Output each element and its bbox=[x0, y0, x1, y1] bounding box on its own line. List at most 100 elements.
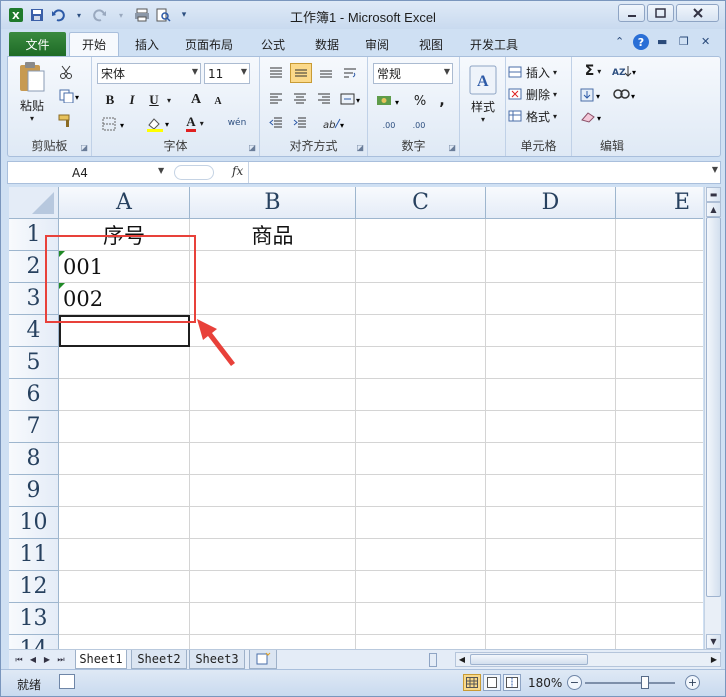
font-name-select[interactable]: 宋体 ▼ bbox=[97, 63, 201, 84]
zoom-level[interactable]: 180% bbox=[528, 676, 562, 690]
sheet-tab-1[interactable]: Sheet1 bbox=[75, 650, 127, 669]
cell-e12[interactable] bbox=[616, 571, 703, 603]
cell-c6[interactable] bbox=[356, 379, 486, 411]
cell-b12[interactable] bbox=[190, 571, 356, 603]
expand-formula-bar-icon[interactable]: ▼ bbox=[712, 165, 718, 174]
cell-d2[interactable] bbox=[486, 251, 616, 283]
italic-button[interactable]: I bbox=[124, 91, 140, 109]
row-header-9[interactable]: 9 bbox=[9, 475, 59, 507]
column-header-e[interactable]: E bbox=[616, 187, 703, 219]
cell-a13[interactable] bbox=[59, 603, 190, 635]
increase-indent-icon[interactable] bbox=[290, 113, 310, 133]
column-header-a[interactable]: A bbox=[59, 187, 190, 219]
cell-b9[interactable] bbox=[190, 475, 356, 507]
ribbon-minimize-icon[interactable]: ⌃ bbox=[615, 35, 624, 48]
insert-cells-dropdown-icon[interactable]: ▾ bbox=[553, 68, 557, 77]
autosum-dropdown-icon[interactable]: ▾ bbox=[597, 67, 601, 76]
last-sheet-icon[interactable]: ⏭ bbox=[55, 652, 67, 667]
cell-c14[interactable] bbox=[356, 635, 486, 649]
file-tab[interactable]: 文件 bbox=[9, 32, 66, 56]
comma-button[interactable]: , bbox=[434, 91, 450, 111]
tab-view[interactable]: 视图 bbox=[411, 32, 451, 56]
zoom-slider-track[interactable] bbox=[585, 682, 675, 684]
alignment-launcher-icon[interactable]: ◪ bbox=[356, 143, 364, 152]
page-break-view-button[interactable] bbox=[503, 674, 521, 691]
name-box-dropdown-icon[interactable]: ▼ bbox=[158, 166, 164, 175]
cell-c5[interactable] bbox=[356, 347, 486, 379]
cell-e9[interactable] bbox=[616, 475, 703, 507]
font-size-select[interactable]: 11 ▼ bbox=[204, 63, 250, 84]
align-right-icon[interactable] bbox=[314, 89, 334, 109]
sheet-tab-2[interactable]: Sheet2 bbox=[131, 650, 187, 669]
doc-close-icon[interactable]: ✕ bbox=[701, 35, 710, 48]
cell-e8[interactable] bbox=[616, 443, 703, 475]
cell-d12[interactable] bbox=[486, 571, 616, 603]
copy-icon[interactable]: ▾ bbox=[56, 87, 84, 105]
cell-d14[interactable] bbox=[486, 635, 616, 649]
cut-icon[interactable] bbox=[56, 63, 76, 81]
vertical-scroll-thumb[interactable] bbox=[706, 217, 721, 597]
first-sheet-icon[interactable]: ⏮ bbox=[13, 652, 25, 667]
formula-input[interactable] bbox=[248, 162, 702, 183]
number-format-select[interactable]: 常规 ▼ bbox=[373, 63, 453, 84]
cell-e6[interactable] bbox=[616, 379, 703, 411]
align-center-icon[interactable] bbox=[290, 89, 310, 109]
delete-cells-button[interactable]: 删除 ▾ bbox=[508, 85, 570, 103]
row-header-6[interactable]: 6 bbox=[9, 379, 59, 411]
cell-c2[interactable] bbox=[356, 251, 486, 283]
borders-icon[interactable]: ▾ bbox=[100, 115, 130, 133]
cell-c8[interactable] bbox=[356, 443, 486, 475]
row-header-13[interactable]: 13 bbox=[9, 603, 59, 635]
decrease-decimal-button[interactable]: .00 bbox=[406, 115, 432, 135]
cell-e2[interactable] bbox=[616, 251, 703, 283]
column-header-d[interactable]: D bbox=[486, 187, 616, 219]
cell-d10[interactable] bbox=[486, 507, 616, 539]
doc-minimize-icon[interactable]: ▬ bbox=[657, 35, 667, 48]
name-box[interactable]: A4 bbox=[10, 163, 170, 182]
cell-a10[interactable] bbox=[59, 507, 190, 539]
cell-b2[interactable] bbox=[190, 251, 356, 283]
delete-cells-dropdown-icon[interactable]: ▾ bbox=[553, 90, 557, 99]
fill-icon[interactable]: ▾ bbox=[578, 85, 608, 105]
currency-icon[interactable]: ▾ bbox=[374, 91, 406, 111]
row-header-5[interactable]: 5 bbox=[9, 347, 59, 379]
styles-dropdown-icon[interactable]: ▾ bbox=[481, 115, 485, 124]
horizontal-scroll-thumb[interactable] bbox=[470, 654, 588, 665]
cell-d8[interactable] bbox=[486, 443, 616, 475]
cell-d7[interactable] bbox=[486, 411, 616, 443]
align-left-icon[interactable] bbox=[266, 89, 286, 109]
clear-icon[interactable]: ▾ bbox=[578, 107, 608, 127]
sort-filter-icon[interactable]: AZ ▾ bbox=[610, 61, 640, 81]
cell-b6[interactable] bbox=[190, 379, 356, 411]
cell-d13[interactable] bbox=[486, 603, 616, 635]
cell-d1[interactable] bbox=[486, 219, 616, 251]
cell-a8[interactable] bbox=[59, 443, 190, 475]
shrink-font-button[interactable]: A bbox=[210, 93, 226, 109]
row-header-14[interactable]: 14 bbox=[9, 635, 59, 649]
cell-c4[interactable] bbox=[356, 315, 486, 347]
cell-c7[interactable] bbox=[356, 411, 486, 443]
cell-b7[interactable] bbox=[190, 411, 356, 443]
tab-home[interactable]: 开始 bbox=[69, 32, 119, 56]
macro-record-icon[interactable] bbox=[59, 674, 75, 689]
merge-center-icon[interactable]: ▾ bbox=[338, 89, 364, 109]
cell-e11[interactable] bbox=[616, 539, 703, 571]
font-size-dropdown-icon[interactable]: ▼ bbox=[241, 67, 247, 76]
font-launcher-icon[interactable]: ◪ bbox=[248, 143, 256, 152]
zoom-in-button[interactable]: + bbox=[685, 675, 700, 690]
wrap-text-icon[interactable] bbox=[340, 63, 360, 83]
number-launcher-icon[interactable]: ◪ bbox=[448, 143, 456, 152]
row-header-10[interactable]: 10 bbox=[9, 507, 59, 539]
tab-insert[interactable]: 插入 bbox=[125, 32, 169, 56]
page-layout-view-button[interactable] bbox=[483, 674, 501, 691]
zoom-out-button[interactable]: − bbox=[567, 675, 582, 690]
percent-button[interactable]: % bbox=[412, 91, 428, 111]
cell-d3[interactable] bbox=[486, 283, 616, 315]
align-bottom-icon[interactable] bbox=[316, 63, 336, 83]
cell-b11[interactable] bbox=[190, 539, 356, 571]
cell-d5[interactable] bbox=[486, 347, 616, 379]
insert-function-button[interactable]: fx bbox=[232, 164, 243, 178]
cell-e14[interactable] bbox=[616, 635, 703, 649]
cell-a6[interactable] bbox=[59, 379, 190, 411]
prev-sheet-icon[interactable]: ◀ bbox=[27, 652, 39, 667]
